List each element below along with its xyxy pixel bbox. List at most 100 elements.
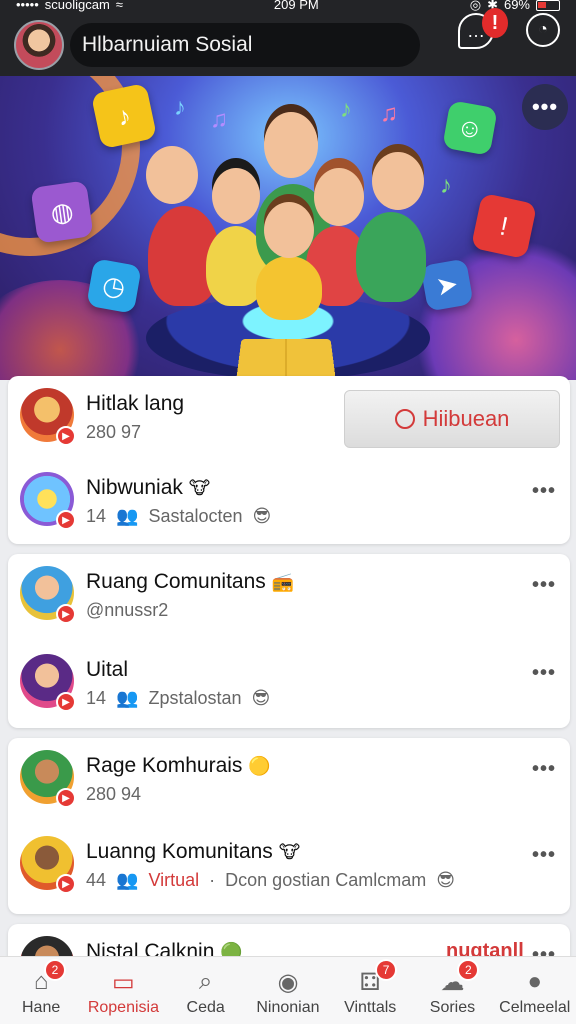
- row-subtitle: Zpstalostan: [148, 688, 242, 708]
- nav-item-store[interactable]: ▭ Ropenisia: [82, 957, 164, 1024]
- nav-badge: 2: [44, 959, 66, 981]
- music-note-icon: ♫: [210, 106, 228, 133]
- more-options-icon[interactable]: •••: [532, 480, 556, 503]
- member-count: 44: [86, 870, 107, 890]
- community-card: ▶ Hitlak lang 280 97 Hiibuean ▶ Nibwunia…: [8, 376, 570, 544]
- nav-label: Hane: [22, 999, 61, 1016]
- person-head: [314, 168, 364, 226]
- row-subtitle: Sastalocten: [148, 506, 243, 526]
- nav-label: Vinttals: [344, 999, 397, 1016]
- signal-icon: •••••: [16, 0, 39, 12]
- row-subtitle: 280 94: [86, 784, 142, 804]
- virtual-tag: Virtual: [148, 870, 200, 890]
- app-title-pill[interactable]: Hlbarnuiam Sosial: [70, 23, 420, 67]
- nav-item-globe[interactable]: ◉ Ninonian: [247, 957, 329, 1024]
- nav-item-home[interactable]: ⌂ 2 Hane: [0, 957, 82, 1024]
- sunglasses-icon: 😎: [436, 870, 455, 890]
- person-figure: [356, 212, 426, 302]
- refresh-icon: [394, 409, 415, 429]
- sunglasses-icon: 😎: [251, 688, 271, 708]
- person-icon: ●: [527, 968, 542, 995]
- nav-badge: 2: [457, 959, 480, 981]
- list-item[interactable]: ▶ Rage Komhurais 🟡 280 94 •••: [8, 738, 570, 818]
- sunglasses-icon: 😎: [252, 506, 272, 526]
- bottom-nav: ⌂ 2 Hane ▭ Ropenisia ⌕ Ceda ◉ Ninonian ⚃…: [0, 956, 576, 1024]
- music-note-tile-icon: ♪: [90, 82, 158, 150]
- nav-item-profile[interactable]: ● Celmeelal: [494, 957, 576, 1024]
- nav-label: Ceda: [186, 999, 225, 1016]
- row-title: Luanng Komunitans: [86, 840, 273, 863]
- status-time: 209 PM: [273, 0, 319, 12]
- status-left: ••••• scuoligcam ≈: [16, 0, 123, 12]
- battery-icon: [536, 0, 560, 11]
- community-card: ▶ Ruang Comunitans 📻 @nnussr2 ••• ▶ Uital…: [8, 554, 570, 728]
- more-options-icon[interactable]: •••: [532, 574, 556, 597]
- search-icon: ⌕: [198, 968, 213, 995]
- more-options-icon[interactable]: •••: [532, 662, 556, 685]
- music-note-icon: ♪: [440, 172, 452, 199]
- nav-item-dice[interactable]: ⚃ 7 Vinttals: [329, 957, 411, 1024]
- row-title: Nibwuniak: [86, 476, 183, 499]
- row-title: Uital: [86, 658, 129, 681]
- music-note-icon: ♪: [340, 96, 352, 123]
- row-subtitle: 280 97: [86, 422, 142, 442]
- plane-tile-icon: ➤: [420, 258, 474, 312]
- person-head: [372, 152, 424, 210]
- list-item[interactable]: ▶ Ruang Comunitans 📻 @nnussr2 •••: [8, 554, 570, 634]
- more-options-icon[interactable]: •••: [532, 844, 556, 867]
- verified-icon: 🟡: [248, 755, 271, 776]
- nav-badge: 7: [375, 959, 398, 981]
- separator-dot: ·: [209, 870, 216, 890]
- nav-label: Sories: [429, 999, 476, 1016]
- play-badge-icon: ▶: [56, 788, 76, 808]
- battery-label: 69%: [503, 0, 530, 12]
- list-item[interactable]: ▶ Luanng Komunitans 🐮 44 👥 Virtual · Dcon…: [8, 824, 570, 904]
- nav-label: Ninonian: [256, 999, 320, 1016]
- person-head: [264, 112, 318, 178]
- person-head: [146, 146, 198, 204]
- person-head: [212, 168, 260, 224]
- open-book: [233, 339, 339, 380]
- gift-tile-icon: !: [470, 192, 538, 260]
- status-right: ◎ ✱ 69%: [470, 0, 560, 12]
- clock-icon[interactable]: ◔: [526, 13, 560, 47]
- mascot-icon: 🐮: [188, 477, 211, 498]
- wifi-icon: ≈: [115, 0, 123, 12]
- chat-badge: !: [482, 8, 508, 38]
- play-badge-icon: ▶: [56, 510, 76, 530]
- person-head: [264, 202, 314, 258]
- list-item[interactable]: ▶ Hitlak lang 280 97 Hiibuean: [8, 376, 570, 456]
- play-badge-icon: ▶: [56, 692, 76, 712]
- nav-item-cloud[interactable]: ☁ 2 Sories: [411, 957, 493, 1024]
- people-icon: 👥: [116, 870, 139, 890]
- row-title: Rage Komhurais: [86, 754, 243, 777]
- nav-item-search[interactable]: ⌕ Ceda: [165, 957, 247, 1024]
- more-options-icon[interactable]: •••: [532, 758, 556, 781]
- play-badge-icon: ▶: [56, 604, 76, 624]
- row-handle: @nnussr2: [86, 600, 169, 620]
- profile-avatar[interactable]: [14, 20, 64, 70]
- person-figure: [256, 256, 322, 320]
- carrier-label: scuoligcam: [44, 0, 110, 12]
- app-title: Hlbarnuiam Sosial: [82, 33, 253, 56]
- store-icon: ▭: [112, 968, 135, 996]
- list-item[interactable]: ▶ Uital 14 👥 Zpstalostan 😎 •••: [8, 642, 570, 722]
- member-count: 14: [86, 506, 107, 526]
- follow-label: Hiibuean: [422, 406, 510, 431]
- hero-banner[interactable]: ♪ ◍ ◷ ☺ ! ➤ ♪ ♫ ♪ ♫ ♪: [0, 76, 576, 380]
- people-icon: 👥: [116, 506, 139, 526]
- member-count: 14: [86, 688, 107, 708]
- play-badge-icon: ▶: [56, 874, 76, 894]
- clock-tile-icon: ◷: [86, 258, 142, 314]
- hero-more-button[interactable]: •••: [522, 84, 568, 130]
- nav-label: Ropenisia: [87, 999, 159, 1016]
- lock-tile-icon: ◍: [30, 180, 94, 244]
- list-item[interactable]: ▶ Nibwuniak 🐮 14 👥 Sastalocten 😎 •••: [8, 460, 570, 540]
- music-note-icon: ♫: [380, 100, 398, 127]
- row-subtitle: Dcon gostian Camlcmam: [225, 870, 427, 890]
- alarm-icon: ◎: [469, 0, 482, 12]
- community-card: ▶ Rage Komhurais 🟡 280 94 ••• ▶ Luanng Ko…: [8, 738, 570, 914]
- globe-icon: ◉: [277, 968, 299, 996]
- follow-button[interactable]: Hiibuean: [344, 390, 560, 448]
- radio-icon: 📻: [271, 571, 295, 592]
